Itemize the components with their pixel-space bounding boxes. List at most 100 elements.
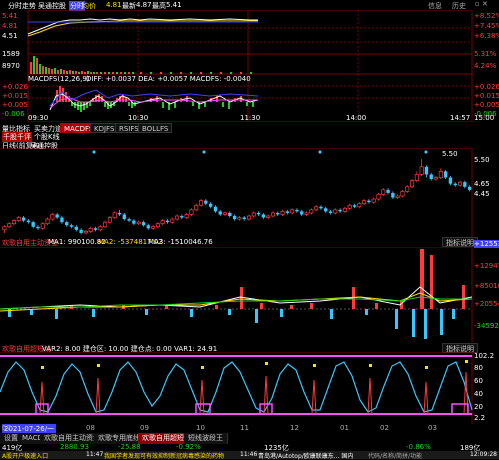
time-label-1400: 14:00 (346, 114, 367, 122)
kline-candle (333, 209, 338, 214)
kline-candle (314, 206, 319, 211)
kline-candle (199, 200, 204, 206)
kline-candle (146, 225, 150, 229)
bollfs-button[interactable]: BOLLFS (138, 123, 173, 133)
kline-diamonds (92, 150, 428, 154)
indicator1-ma3: MA3: -1510046.76 (148, 238, 213, 246)
intraday-left-label-3: 4.51 (2, 32, 18, 40)
macd-right-2: +0.015 (474, 92, 499, 100)
kline-candle (194, 204, 199, 211)
kline-candle (405, 186, 410, 192)
kline-candle (338, 209, 342, 212)
kline-candle (242, 217, 246, 220)
kline-right-label-2: 4.65 (474, 180, 490, 188)
intraday-right-label-2: +7.45% (474, 22, 499, 30)
indicator2-red-spikes (39, 371, 469, 415)
kline-candle (180, 216, 184, 218)
kline-candle (419, 166, 424, 175)
kline-candle (184, 214, 189, 218)
macd-left-3: +0.005 (2, 101, 28, 109)
ticker-value-6: -0.86% (406, 443, 431, 451)
kline-high-label: 5.50 (442, 150, 458, 158)
date-tick-6: 12 (290, 424, 299, 432)
kline-candle (170, 218, 175, 223)
kline-candle (256, 212, 261, 215)
kline-candle (136, 221, 141, 225)
date-tick-5: 11 (240, 424, 249, 432)
kline-candle (261, 214, 266, 218)
kline-candle (222, 212, 228, 215)
kline-candle (11, 220, 17, 225)
kline-candle (88, 227, 93, 232)
date-tick-2: 08 (86, 424, 95, 432)
kline-candle (189, 209, 194, 215)
kline-candle (463, 182, 467, 187)
kline-candle (55, 214, 59, 218)
macd-values: DIFF: +0.0037 DEA: +0.0057 MACDFS: -0.00… (86, 75, 251, 83)
date-tick-4: 10 (196, 424, 205, 432)
kline-candle (362, 200, 367, 205)
kline-right-label-1: 5.50 (474, 156, 490, 164)
ticker-value-3: -25.88 (118, 443, 141, 451)
kline-candle (251, 212, 256, 217)
header-bar: 分时走势 吴通控股 分时 均价 4.81 最新 4.87 最高 5.41 信息 … (0, 0, 499, 11)
date-bar: 2021-07-26/一 07 08 09 10 11 12 01 02 03 (0, 424, 499, 434)
indicator2-chart (0, 352, 473, 424)
kline-candle (467, 186, 472, 190)
date-tick-1: 07 (2, 424, 11, 432)
kline-candle (328, 211, 333, 213)
kline-candle (117, 212, 122, 215)
indicator1-right-2: +129477 (474, 262, 499, 270)
ticker-value-2: 2880.93 (60, 443, 89, 451)
kline-candle (352, 205, 357, 207)
window-controls[interactable]: ▫ ✕ (475, 0, 488, 8)
kline-candle (304, 212, 309, 215)
indicator2-right-6: 2.2 (474, 414, 486, 422)
kline-candle (434, 177, 439, 180)
kline-candle (103, 221, 108, 228)
time-label-1500: 15:00 (474, 114, 495, 122)
kline-candle (266, 215, 271, 218)
kline-candle (453, 183, 457, 186)
intraday-vol-left-1: 1589 (2, 50, 20, 58)
kline-candle (160, 220, 165, 225)
kline-candle (276, 212, 280, 215)
news-time-1: 11:47 (86, 451, 104, 458)
intraday-vol-left-2: 8970 (2, 62, 20, 70)
kline-candle (175, 215, 180, 220)
kline-candle (69, 225, 74, 227)
macd-title: MACDFS(12,26,9) (28, 75, 90, 83)
kline-candle (40, 223, 45, 229)
kline-candle (438, 171, 443, 178)
time-label-0930: 09:30 (28, 114, 49, 122)
macd-left-1: +0.026 (2, 83, 28, 91)
intraday-right-label-1: +8.52% (474, 12, 499, 20)
indicator1-right-4: +20554 (474, 300, 499, 308)
kline-candle (410, 180, 415, 188)
kline-candle (107, 217, 112, 223)
kline-candle (290, 209, 295, 214)
kline-candle (7, 223, 12, 228)
kline-candle (367, 200, 371, 203)
date-tick-9: 03 (428, 424, 437, 432)
kline-candle (342, 207, 347, 212)
kline-candle (381, 189, 386, 195)
kline-candle (414, 174, 419, 181)
time-label-1130: 11:30 (240, 114, 261, 122)
kline-candle (237, 217, 242, 220)
news-bar: A股开户极速入口 11:47 我国学者发现可有效抑制新冠病毒感染的药物 11:4… (0, 451, 499, 460)
date-tick-3: 09 (140, 424, 149, 432)
kline-candle (371, 198, 376, 203)
kline-candle (165, 220, 170, 223)
ticker-bar: 419亿 2880.93 -25.88 -0.92% 1235亿 -0.86% … (0, 443, 499, 452)
intraday-avg-line (27, 20, 258, 37)
indicator1-help-button[interactable]: 指标说明 (442, 237, 478, 247)
kline-chart (0, 148, 473, 238)
date-tick-7: 01 (340, 424, 349, 432)
kline-candle (60, 217, 64, 223)
kline-candle (270, 212, 275, 217)
indicator2-right-1: 102.2 (474, 352, 495, 360)
kline-candle (45, 218, 50, 225)
kline-candle (319, 206, 323, 209)
kline-candle (31, 222, 35, 227)
